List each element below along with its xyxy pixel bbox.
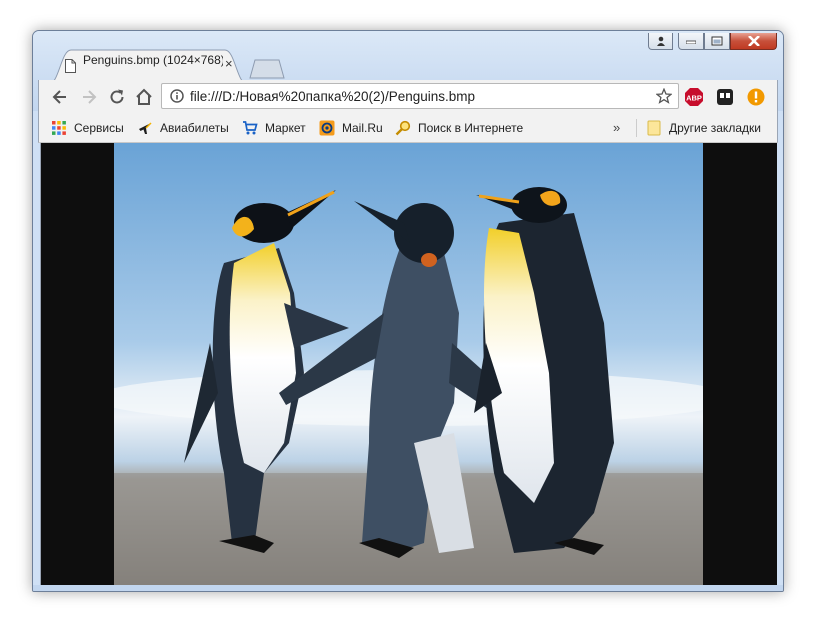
new-tab-button[interactable] xyxy=(249,59,285,79)
minimize-button[interactable] xyxy=(678,33,704,50)
tab-title: Penguins.bmp (1024×768) xyxy=(83,53,223,67)
bookmark-label: Авиабилеты xyxy=(160,121,229,135)
tabs-extension-icon[interactable] xyxy=(715,87,735,107)
back-button[interactable] xyxy=(50,87,70,107)
close-button[interactable] xyxy=(730,33,777,50)
address-bar[interactable]: file:///D:/Новая%20папка%20(2)/Penguins.… xyxy=(161,83,679,109)
plane-icon xyxy=(139,122,152,134)
maximize-button[interactable] xyxy=(704,33,730,50)
bookmark-label: Сервисы xyxy=(74,121,124,135)
bookmark-label: Другие закладки xyxy=(669,121,761,135)
maximize-icon xyxy=(711,36,723,46)
page-viewport xyxy=(40,143,777,585)
reload-button[interactable] xyxy=(107,87,127,107)
bookmark-label: Поиск в Интернете xyxy=(418,121,524,135)
close-icon xyxy=(747,36,760,46)
bookmark-label: Маркет xyxy=(265,121,306,135)
cart-icon xyxy=(243,121,258,135)
bookmarks-more-button[interactable]: » xyxy=(613,120,620,135)
url-text[interactable]: file:///D:/Новая%20папка%20(2)/Penguins.… xyxy=(190,89,475,104)
bookmarks-bar: Сервисы Авиабилеты Маркет Mail.Ru Поиск … xyxy=(38,114,778,143)
info-icon[interactable] xyxy=(170,89,184,103)
window-bottom-frame xyxy=(33,585,783,591)
browser-window: Penguins.bmp (1024×768) × file:///D:/Нов… xyxy=(32,30,784,592)
forward-button[interactable] xyxy=(79,87,99,107)
toolbar: file:///D:/Новая%20папка%20(2)/Penguins.… xyxy=(38,80,778,114)
bookmarks-separator xyxy=(636,119,637,137)
search-icon xyxy=(395,120,411,136)
star-icon[interactable] xyxy=(656,88,672,104)
document-icon xyxy=(65,59,76,73)
folder-icon xyxy=(647,120,661,136)
bookmark-label: Mail.Ru xyxy=(342,121,383,135)
user-icon xyxy=(656,36,665,46)
svg-text:ABP: ABP xyxy=(686,94,702,103)
minimize-icon xyxy=(686,40,696,44)
home-button[interactable] xyxy=(134,87,154,107)
tab-close-button[interactable]: × xyxy=(225,57,233,70)
adblock-plus-icon[interactable]: ABP xyxy=(684,87,704,107)
user-button[interactable] xyxy=(648,33,673,50)
alert-extension-icon[interactable] xyxy=(746,87,766,107)
penguins-photo[interactable] xyxy=(114,143,703,585)
mailru-icon xyxy=(319,120,335,136)
apps-grid-icon xyxy=(52,121,66,135)
